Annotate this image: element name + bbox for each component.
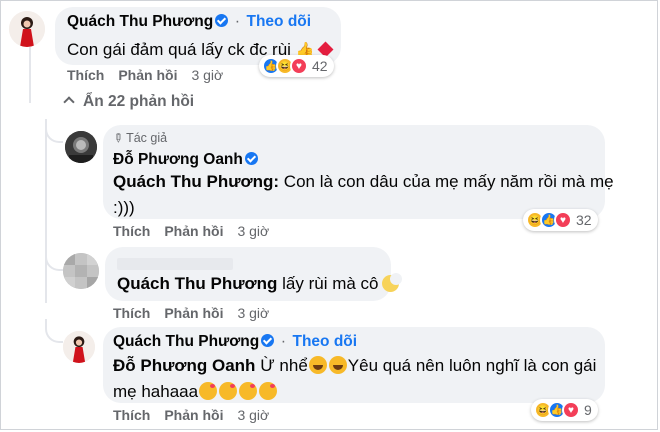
reply-header: Quách Thu Phương · Theo dõi — [113, 333, 357, 351]
timestamp[interactable]: 3 giờ — [237, 305, 269, 321]
avatar[interactable] — [65, 131, 97, 163]
chevron-up-icon — [63, 96, 75, 108]
comment-header: Quách Thu Phương · Theo dõi — [67, 13, 311, 31]
reply-text-1: Con là con dâu của mẹ mấy năm rồi mà mẹ — [283, 172, 614, 191]
reply-button[interactable]: Phản hồi — [164, 407, 223, 423]
separator: · — [234, 13, 241, 30]
reaction-count: 42 — [312, 58, 328, 74]
rofl-emoji-icon — [328, 356, 347, 374]
reply-text-b: Yêu quá nên luôn nghĩ là con gái — [347, 356, 597, 375]
badge-label: Tác giả — [126, 131, 168, 145]
reply-text-c: mẹ hahaaa — [113, 382, 199, 401]
reply-bubble: Quách Thu Phương lấy rùi mà cô — [105, 247, 402, 301]
reply-button[interactable]: Phản hồi — [118, 67, 177, 83]
kiss-emoji-icon — [199, 382, 218, 400]
reply-text: Quách Thu Phương: Con là con dâu của mẹ … — [113, 169, 614, 221]
reaction-summary[interactable]: 😆 👍 ♥ 9 — [531, 399, 598, 421]
rofl-emoji-icon — [308, 356, 327, 374]
like-button[interactable]: Thích — [67, 67, 104, 83]
like-button[interactable]: Thích — [113, 407, 150, 423]
love-reaction-icon: ♥ — [290, 57, 308, 75]
like-button[interactable]: Thích — [113, 305, 150, 321]
timestamp[interactable]: 3 giờ — [237, 407, 269, 423]
thread-line — [29, 47, 31, 103]
reply-button[interactable]: Phản hồi — [164, 223, 223, 239]
author-name[interactable]: Quách Thu Phương — [113, 333, 259, 350]
verified-badge-icon — [261, 334, 275, 347]
reply-actions: Thích Phản hồi 3 giờ — [113, 407, 269, 423]
timestamp[interactable]: 3 giờ — [237, 223, 269, 239]
author-name[interactable]: Đỗ Phương Oanh — [113, 151, 243, 168]
kiss-emoji-icon — [219, 382, 238, 400]
avatar[interactable] — [9, 11, 45, 47]
reply-actions: Thích Phản hồi 3 giờ — [113, 305, 269, 321]
follow-link[interactable]: Theo dõi — [292, 333, 357, 350]
reply-header: Đỗ Phương Oanh — [113, 151, 258, 169]
follow-link[interactable]: Theo dõi — [246, 13, 311, 30]
thread-branch — [45, 319, 63, 343]
kiss-emoji-icon — [239, 382, 258, 400]
comment-actions: Thích Phản hồi 3 giờ — [67, 67, 223, 83]
author-name[interactable]: Quách Thu Phương — [67, 13, 213, 30]
mention-link[interactable]: Đỗ Phương Oanh — [113, 356, 255, 375]
reply-text-line: mẹ hahaaa — [113, 379, 593, 405]
reply-text-line: :))) — [113, 198, 135, 217]
verified-badge-icon — [215, 14, 229, 27]
reply-actions: Thích Phản hồi 3 giờ — [113, 223, 269, 239]
reply-button[interactable]: Phản hồi — [164, 305, 223, 321]
separator: · — [280, 333, 287, 350]
reply-text-line: Quách Thu Phương: Con là con dâu của mẹ … — [113, 169, 614, 195]
reply-bubble: Quách Thu Phương · Theo dõi Đỗ Phương Oa… — [103, 327, 605, 403]
comment-section: Quách Thu Phương · Theo dõi Con gái đảm … — [0, 0, 658, 430]
timestamp[interactable]: 3 giờ — [191, 67, 223, 83]
reaction-summary[interactable]: 👍 😆 ♥ 42 — [259, 55, 334, 77]
hide-replies-button[interactable]: Ẩn 22 phản hồi — [63, 93, 195, 111]
thread-branch — [45, 119, 63, 143]
thread-line — [45, 119, 47, 303]
reaction-count: 32 — [576, 212, 592, 228]
reply-text-line: Đỗ Phương Oanh Ừ nhể Yêu quá nên luôn ngh… — [113, 353, 596, 379]
like-button[interactable]: Thích — [113, 223, 150, 239]
verified-badge-icon — [244, 152, 258, 165]
author-badge: ✎Tác giả — [109, 129, 168, 147]
reply-bubble: ✎Tác giả Đỗ Phương Oanh Quách Thu Phương… — [103, 125, 614, 221]
moon-emoji-icon — [381, 273, 402, 292]
hide-replies-label: Ẩn 22 phản hồi — [83, 93, 195, 110]
reaction-count: 9 — [584, 402, 592, 418]
avatar[interactable] — [63, 331, 95, 363]
kiss-emoji-icon — [259, 382, 278, 400]
reaction-summary[interactable]: 😆 👍 ♥ 32 — [523, 209, 598, 231]
mention-link[interactable]: Quách Thu Phương: — [113, 172, 279, 191]
love-reaction-icon: ♥ — [554, 211, 572, 229]
pencil-icon: ✎ — [109, 129, 127, 147]
love-reaction-icon: ♥ — [562, 401, 580, 419]
thread-branch — [45, 247, 63, 271]
blurred-name — [117, 258, 233, 270]
reply-text: Đỗ Phương Oanh Ừ nhể Yêu quá nên luôn ngh… — [113, 353, 596, 405]
reply-text: lấy rùi mà cô — [282, 274, 379, 293]
avatar[interactable] — [63, 253, 99, 289]
mention-link[interactable]: Quách Thu Phương — [117, 274, 277, 293]
comment-text: Con gái đảm quá lấy ck đc rùi — [67, 40, 291, 59]
reply-text-line: Quách Thu Phương lấy rùi mà cô — [117, 271, 402, 297]
reply-text-a: Ừ nhể — [260, 356, 308, 375]
